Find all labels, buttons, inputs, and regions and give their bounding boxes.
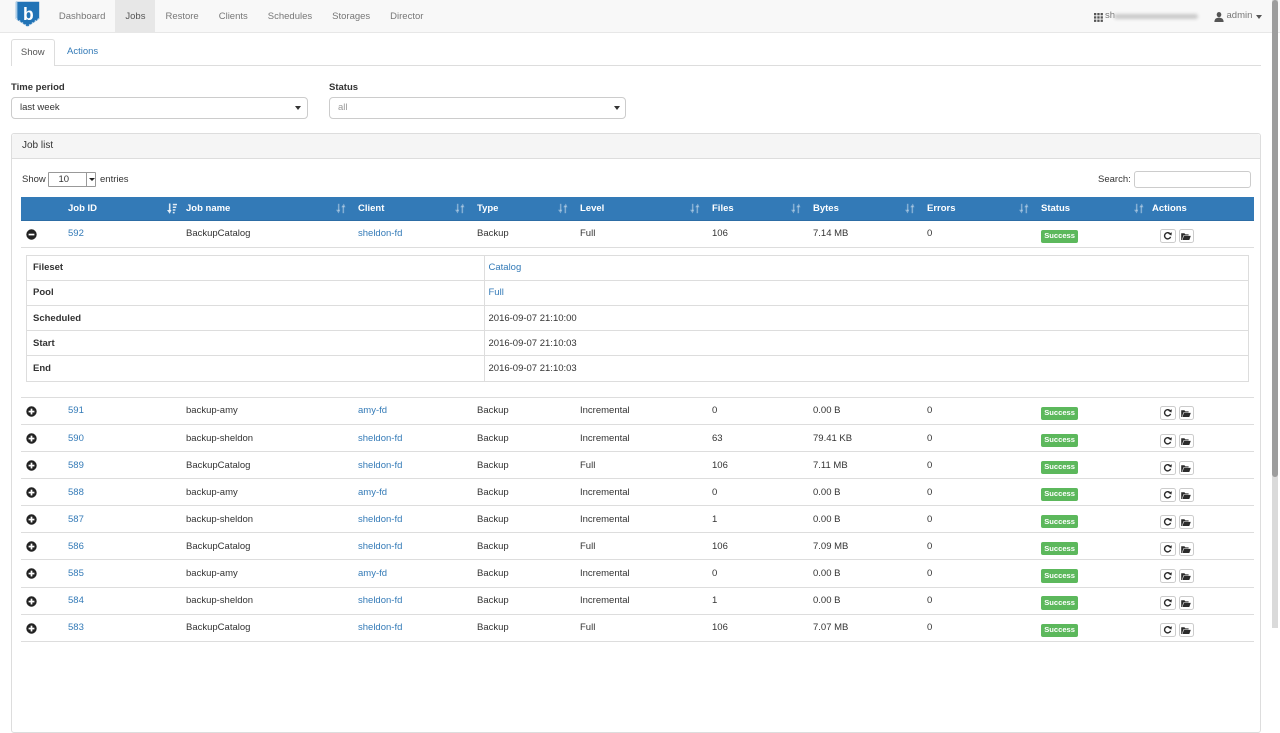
svg-text:b: b	[23, 4, 34, 24]
